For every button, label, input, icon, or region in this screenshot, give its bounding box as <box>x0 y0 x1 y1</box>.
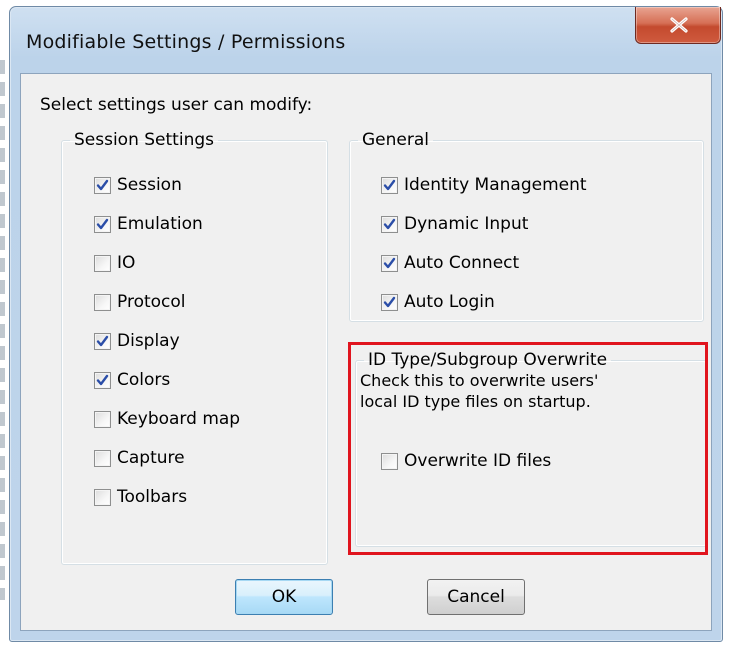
checkbox-label: Toolbars <box>117 487 188 507</box>
dialog-content: Select settings user can modify: Session… <box>20 73 712 631</box>
highlight-frame <box>348 342 708 555</box>
checkbox-row-capture[interactable]: Capture <box>94 446 185 470</box>
check-mark-icon <box>96 335 109 346</box>
session-checkbox[interactable] <box>94 176 111 194</box>
check-mark-icon <box>383 218 396 229</box>
checkbox-row-auto-connect[interactable]: Auto Connect <box>381 251 519 275</box>
session-settings-legend: Session Settings <box>74 130 214 150</box>
checkbox-label: Auto Connect <box>404 253 520 273</box>
checkbox-row-auto-login[interactable]: Auto Login <box>381 290 495 314</box>
check-mark-icon <box>96 218 109 229</box>
colors-checkbox[interactable] <box>94 371 111 389</box>
capture-checkbox[interactable] <box>94 449 111 467</box>
checkbox-label: Session <box>117 175 182 195</box>
checkbox-row-identity-management[interactable]: Identity Management <box>381 173 587 197</box>
background-edge <box>0 60 5 600</box>
auto-connect-checkbox[interactable] <box>381 254 398 272</box>
close-button[interactable] <box>635 7 721 44</box>
checkbox-row-toolbars[interactable]: Toolbars <box>94 485 187 509</box>
checkbox-row-dynamic-input[interactable]: Dynamic Input <box>381 212 528 236</box>
display-checkbox[interactable] <box>94 332 111 350</box>
identity-management-checkbox[interactable] <box>381 176 398 194</box>
checkbox-row-keyboard-map[interactable]: Keyboard map <box>94 407 240 431</box>
io-checkbox[interactable] <box>94 254 111 272</box>
checkbox-label: Auto Login <box>404 292 495 312</box>
protocol-checkbox[interactable] <box>94 293 111 311</box>
checkbox-row-colors[interactable]: Colors <box>94 368 170 392</box>
keyboard-map-checkbox[interactable] <box>94 410 111 428</box>
general-legend: General <box>362 130 429 150</box>
cancel-button[interactable]: Cancel <box>427 579 525 615</box>
checkbox-label: IO <box>117 253 136 273</box>
checkbox-label: Keyboard map <box>117 409 241 429</box>
toolbars-checkbox[interactable] <box>94 488 111 506</box>
checkbox-row-protocol[interactable]: Protocol <box>94 290 186 314</box>
check-mark-icon <box>383 257 396 268</box>
check-mark-icon <box>96 179 109 190</box>
checkbox-label: Emulation <box>117 214 203 234</box>
check-mark-icon <box>383 179 396 190</box>
checkbox-row-io[interactable]: IO <box>94 251 135 275</box>
emulation-checkbox[interactable] <box>94 215 111 233</box>
title-bar[interactable]: Modifiable Settings / Permissions <box>10 7 722 71</box>
checkbox-row-session[interactable]: Session <box>94 173 182 197</box>
auto-login-checkbox[interactable] <box>381 293 398 311</box>
instruction-label: Select settings user can modify: <box>40 95 313 115</box>
checkbox-label: Protocol <box>117 292 186 312</box>
checkbox-label: Colors <box>117 370 171 390</box>
ok-button[interactable]: OK <box>235 579 333 615</box>
check-mark-icon <box>383 296 396 307</box>
checkbox-label: Dynamic Input <box>404 214 529 234</box>
dynamic-input-checkbox[interactable] <box>381 215 398 233</box>
checkbox-label: Display <box>117 331 180 351</box>
checkbox-label: Capture <box>117 448 185 468</box>
screen: Modifiable Settings / Permissions Select… <box>0 0 729 647</box>
window-title: Modifiable Settings / Permissions <box>26 31 346 53</box>
dialog-window: Modifiable Settings / Permissions Select… <box>9 6 723 642</box>
check-mark-icon <box>96 374 109 385</box>
checkbox-row-emulation[interactable]: Emulation <box>94 212 203 236</box>
checkbox-row-display[interactable]: Display <box>94 329 180 353</box>
checkbox-label: Identity Management <box>404 175 587 195</box>
close-icon <box>670 17 688 33</box>
